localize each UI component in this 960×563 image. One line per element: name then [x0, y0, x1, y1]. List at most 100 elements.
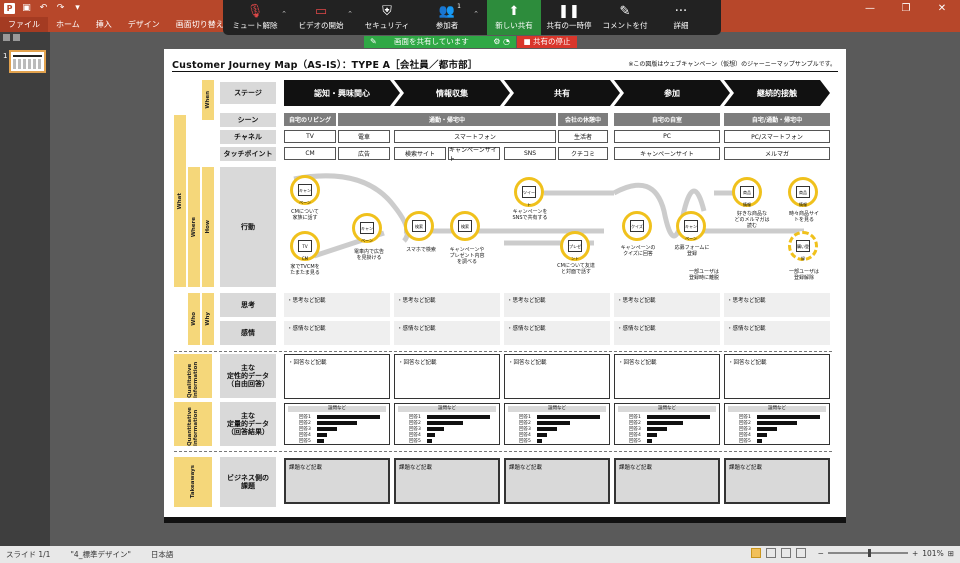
tab-insert[interactable]: 挿入: [88, 17, 120, 32]
zoom-slider[interactable]: [827, 549, 908, 557]
customize-qa-icon[interactable]: ▾: [72, 3, 83, 14]
zoom-out-icon[interactable]: −: [818, 549, 824, 558]
pause-icon: ❚❚: [558, 3, 580, 19]
chevron-up-icon[interactable]: ⌃: [473, 10, 479, 18]
row-label-quantitative: 主な 定量的データ （回答結果）: [220, 402, 276, 446]
scene-1: 自宅のリビング: [284, 113, 336, 126]
thumbnail-view-icon[interactable]: [13, 34, 20, 41]
status-bar: スライド 1/1 "4_標準デザイン" 日本語 − + 101% ⊞: [0, 546, 960, 563]
scene-5: 自宅/通勤・帰宅中: [724, 113, 830, 126]
mute-button[interactable]: 🎙 ミュート解除 ⌃: [227, 0, 288, 35]
row-label-stage: ステージ: [220, 82, 276, 104]
new-share-button[interactable]: ⬆ 新しい共有: [487, 0, 541, 35]
undo-icon[interactable]: ↶: [38, 3, 49, 14]
security-button[interactable]: ⛨ セキュリティ: [359, 0, 415, 35]
close-icon[interactable]: ✕: [924, 0, 960, 17]
quan-answer-bar: [647, 433, 657, 437]
slide-thumbnail[interactable]: [9, 50, 46, 73]
entry-form-icon: キャンペーン: [676, 211, 706, 241]
qual-cell-1: ・回答など記載: [284, 354, 390, 399]
normal-view-icon[interactable]: [750, 548, 761, 558]
reading-view-icon[interactable]: [780, 548, 791, 558]
action-caption-5: キャンペーンや プレゼント内容 を調べる: [449, 247, 485, 265]
row-label-emotion: 感情: [220, 321, 276, 345]
quan-answer-label: 回答5: [739, 439, 751, 444]
action-caption-10: 一部ユーザは 登録時に離脱: [688, 269, 719, 281]
touchpoint-cm: CM: [284, 147, 336, 160]
quan-answer-bar: [537, 433, 547, 437]
quan-cell: 設問など 回答1 回答2 回答3 回答4 回答5: [504, 403, 610, 445]
train-ad-icon: キャン ペーン: [352, 213, 382, 243]
fit-slide-icon[interactable]: ⊞: [948, 549, 954, 558]
newsletter-mail-icon: 商品 情報: [732, 177, 762, 207]
tab-file[interactable]: ファイル: [0, 17, 48, 32]
quan-answer-bar: [647, 415, 710, 419]
slide-footer-bar: [164, 517, 846, 523]
thinking-cell-4: ・思考など記載: [614, 293, 720, 317]
quan-answer-bar: [427, 421, 464, 425]
zoom-in-icon[interactable]: +: [912, 549, 918, 558]
redo-icon[interactable]: ↷: [55, 3, 66, 14]
zoom-level[interactable]: 101%: [922, 549, 943, 558]
powerpoint-app-icon: P: [4, 3, 15, 14]
chevron-up-icon[interactable]: ⌃: [281, 10, 287, 18]
minimize-icon[interactable]: —: [852, 0, 888, 17]
slide-counter: スライド 1/1: [6, 550, 51, 559]
row-label-touchpoint: タッチポイント: [220, 147, 276, 161]
quan-answer-bar: [757, 427, 777, 431]
people-icon: 👥: [438, 3, 456, 19]
takeaway-cell-1: 課題など記載: [284, 458, 390, 504]
outline-view-icon[interactable]: [3, 34, 10, 41]
quan-cell: 設問など 回答1 回答2 回答3 回答4 回答5: [724, 403, 830, 445]
participants-count: 1: [457, 3, 461, 10]
quan-answer-label: 回答5: [299, 439, 311, 444]
row-label-channel: チャネル: [220, 130, 276, 144]
emotion-cell-3: ・感情など記載: [504, 321, 610, 345]
stop-share-button[interactable]: ■ 共有の停止: [517, 36, 577, 48]
pause-share-button[interactable]: ❚❚ 共有の一時停: [541, 0, 597, 35]
sorter-view-icon[interactable]: [765, 548, 776, 558]
quan-answer-bar: [647, 427, 667, 431]
unsubscribe-icon: 購い登録: [788, 231, 818, 261]
quan-answer-bar: [757, 439, 763, 443]
title-rule: [172, 71, 838, 72]
language[interactable]: 日本語: [151, 549, 174, 560]
scene-4: 自宅の自室: [614, 113, 720, 126]
more-button[interactable]: ··· 詳細: [653, 0, 709, 35]
research-phone-icon: 検索: [450, 211, 480, 241]
stage-research: 情報収集: [394, 80, 510, 106]
takeaway-cell-5: 課題など記載: [724, 458, 830, 504]
action-map: キャン ペーン CMについて 家族に話す TV CM 家でTVCMを たまたま見…: [284, 171, 830, 290]
quan-answer-label: 回答5: [519, 439, 531, 444]
quan-answer-bar: [537, 415, 600, 419]
row-label-thinking: 思考: [220, 293, 276, 317]
tab-design[interactable]: デザイン: [120, 17, 168, 32]
quan-question-header: 設問など: [398, 406, 496, 412]
annotate-button[interactable]: ✎ コメントを付: [597, 0, 653, 35]
save-icon[interactable]: ▣: [21, 3, 32, 14]
quan-answer-bar: [317, 433, 327, 437]
channel-tv: TV: [284, 130, 336, 143]
slideshow-view-icon[interactable]: [795, 548, 806, 558]
slide-thumbnail-pane: 1: [0, 32, 50, 546]
touchpoint-newsletter: メルマガ: [724, 147, 830, 160]
slide[interactable]: Customer Journey Map（AS-IS）：TYPE A［会社員／都…: [164, 49, 846, 523]
quan-answer-bar: [647, 421, 684, 425]
restore-icon[interactable]: ❐: [888, 0, 924, 17]
share-status-icon: ⚙ ◔: [493, 37, 510, 46]
side-label-what: What: [174, 115, 186, 287]
tab-home[interactable]: ホーム: [48, 17, 88, 32]
emotion-cell-4: ・感情など記載: [614, 321, 720, 345]
pencil-icon: ✎: [619, 3, 631, 19]
start-video-button[interactable]: ▭ ビデオの開始 ⌃: [293, 0, 354, 35]
quiz-pc-icon: クイズ: [622, 211, 652, 241]
qual-cell-3: ・回答など記載: [504, 354, 610, 399]
touchpoint-ad: 広告: [338, 147, 390, 160]
action-caption-11: 好きな商品な どのメルマガは 読む: [734, 211, 770, 229]
participants-button[interactable]: 👥 1 参加者 ⌃: [419, 0, 479, 35]
action-caption-12: 時々商品サイ トを見る: [788, 211, 819, 223]
chevron-up-icon[interactable]: ⌃: [347, 10, 353, 18]
side-label-quantitative: Quantitative information: [174, 402, 212, 446]
quan-answer-bar: [537, 421, 570, 425]
quan-cell: 設問など 回答1 回答2 回答3 回答4 回答5: [614, 403, 720, 445]
